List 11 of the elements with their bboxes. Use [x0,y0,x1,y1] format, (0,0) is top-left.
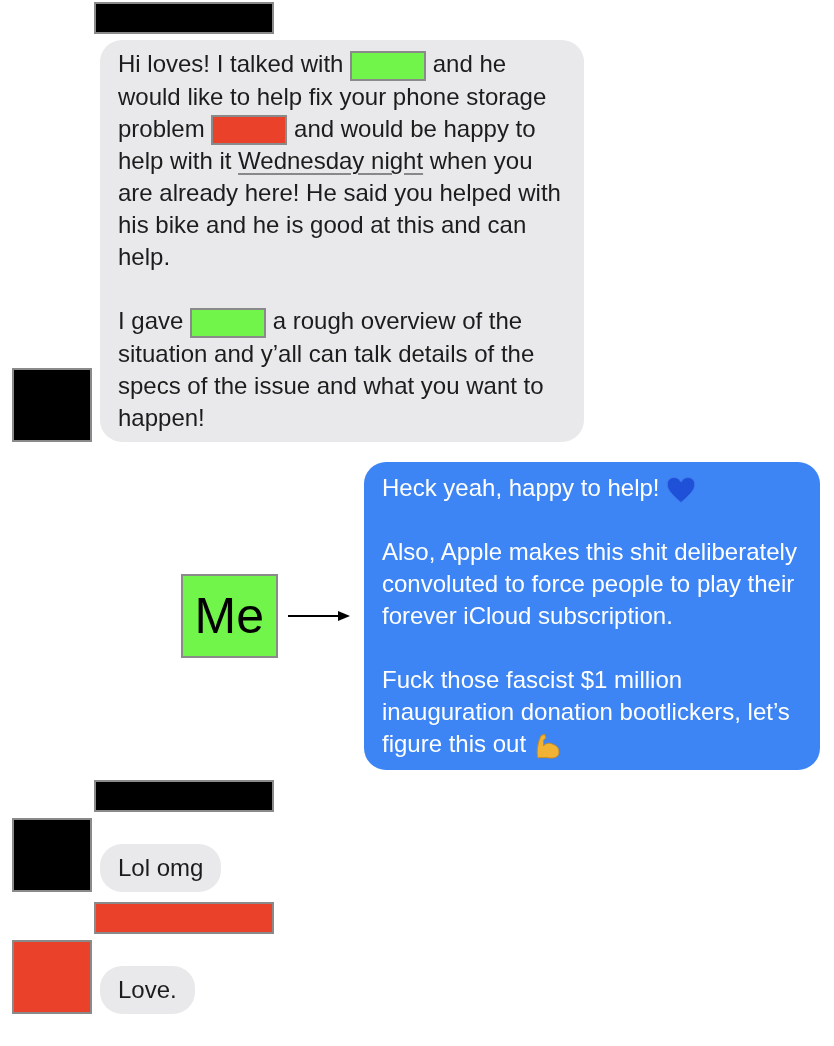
message-text: Fuck those fascist $1 million inauguration donation bootlickers, let’s figure this out [382,663,802,760]
me-label: Me [180,573,278,658]
message-text: I gave a rough overview of the situation and y’all can talk details of the specs of the issue and what you want to happen! [118,306,545,433]
message-text: Also, Apple makes this shit deliberately convoluted to force people to play their forever iCloud subscription. [382,536,798,631]
message-text: Heck yeah, happy to help! [382,471,802,504]
heart-icon [666,475,697,504]
message-text: Hi loves! I talked with and he would like to help fix your phone storage problem and would be happy to help with it Wednesday night when you are already here! He said you helped with his bike and he is good at this and can help. [118,49,562,273]
arrow-icon [288,609,350,622]
message-text: Love. [118,974,177,1005]
date-link[interactable]: Wednesday night [238,147,424,175]
message-text: Lol omg [118,852,204,883]
